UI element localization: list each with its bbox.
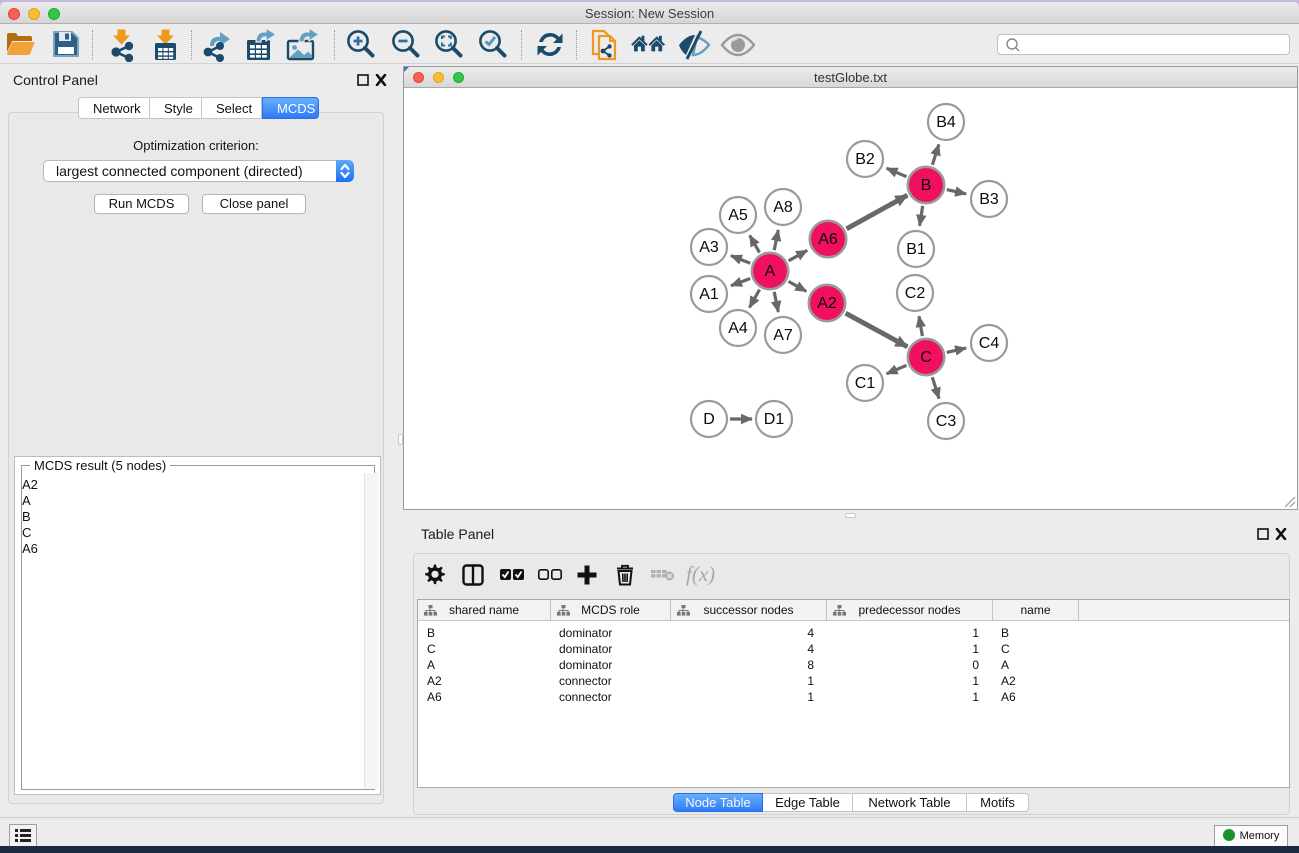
svg-text:A5: A5 [728, 207, 748, 224]
svg-text:B: B [921, 177, 932, 194]
svg-text:A3: A3 [699, 239, 719, 256]
svg-text:C: C [920, 349, 932, 366]
svg-text:A6: A6 [818, 231, 838, 248]
svg-text:C4: C4 [979, 335, 1000, 352]
svg-text:A: A [765, 263, 776, 280]
svg-text:C3: C3 [936, 413, 957, 430]
svg-text:B3: B3 [979, 191, 999, 208]
svg-text:D1: D1 [764, 411, 785, 428]
svg-text:A7: A7 [773, 327, 793, 344]
svg-text:B1: B1 [906, 241, 926, 258]
svg-text:A4: A4 [728, 320, 748, 337]
svg-text:C1: C1 [855, 375, 876, 392]
svg-text:D: D [703, 411, 715, 428]
svg-text:B4: B4 [936, 114, 956, 131]
svg-text:A8: A8 [773, 199, 793, 216]
svg-text:B2: B2 [855, 151, 875, 168]
svg-text:C2: C2 [905, 285, 926, 302]
svg-text:A1: A1 [699, 286, 719, 303]
svg-text:A2: A2 [817, 295, 837, 312]
